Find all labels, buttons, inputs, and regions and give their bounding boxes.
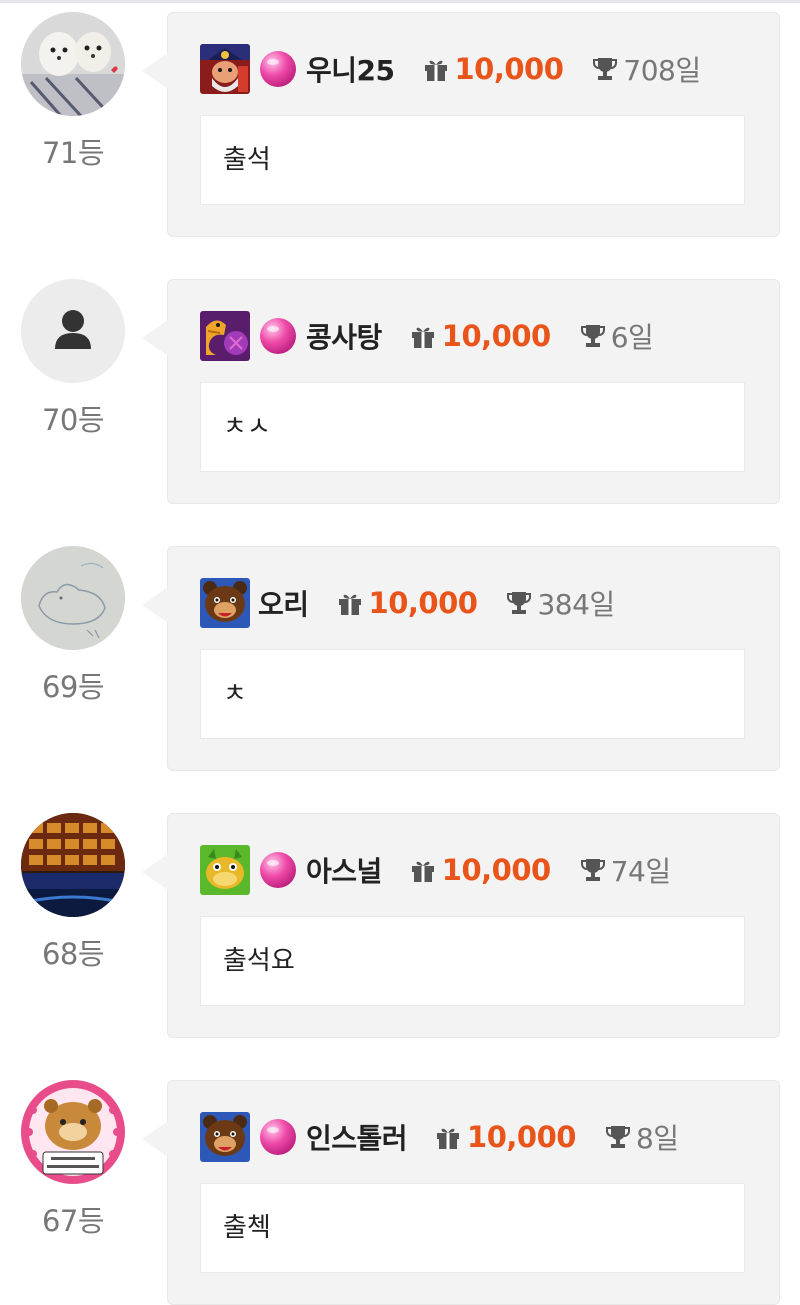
- gift-icon: [435, 1124, 461, 1150]
- points-value: 10,000: [441, 319, 551, 353]
- gift-icon: [410, 857, 436, 883]
- nickname[interactable]: 콩사탕: [306, 316, 382, 356]
- comment-text: 출석: [223, 145, 271, 175]
- trophy-icon: [604, 1123, 632, 1151]
- attendance-days: 74일: [610, 855, 671, 888]
- comment-bubble: 콩사탕 10,000 6일 ㅊㅅ: [142, 279, 780, 504]
- points-value: 10,000: [467, 1120, 576, 1154]
- rank-label: 69등: [41, 670, 105, 704]
- comment-bubble: 아스널 10,000 74일 출석요: [142, 813, 780, 1038]
- attendance-entry: 69등 오리 10,000 384일 ㅊ: [0, 546, 800, 771]
- comment-body: ㅊㅅ: [200, 382, 745, 472]
- nickname[interactable]: 인스톨러: [306, 1117, 408, 1157]
- top-divider: [0, 0, 800, 3]
- comment-bubble: 오리 10,000 384일 ㅊ: [142, 546, 780, 771]
- pirate-icon: [200, 44, 250, 94]
- trophy-icon: [591, 55, 619, 83]
- level-badge-icon: [258, 316, 298, 356]
- comment-body: ㅊ: [200, 649, 745, 739]
- user-avatar[interactable]: [21, 813, 125, 917]
- level-badge-icon: [258, 850, 298, 890]
- comment-header: 인스톨러 10,000 8일: [200, 1111, 679, 1163]
- comment-bubble: 우니25 10,000 708일 출석: [142, 12, 780, 237]
- nickname[interactable]: 오리: [258, 583, 309, 623]
- level-badge-icon: [258, 49, 298, 89]
- user-avatar[interactable]: [21, 546, 125, 650]
- user-avatar[interactable]: [21, 12, 125, 116]
- rank-label: 70등: [41, 403, 105, 437]
- points-value: 10,000: [441, 853, 551, 887]
- trophy-icon: [505, 589, 533, 617]
- gift-icon: [337, 590, 363, 616]
- bear-icon: [200, 1112, 250, 1162]
- nickname[interactable]: 아스널: [306, 850, 382, 890]
- green-dragon-icon: [200, 845, 250, 895]
- attendance-days: 708일: [623, 54, 701, 87]
- default-user-icon[interactable]: [21, 279, 125, 383]
- points-value: 10,000: [454, 52, 564, 86]
- gift-icon: [423, 56, 449, 82]
- gift-icon: [410, 323, 436, 349]
- points-value: 10,000: [368, 586, 478, 620]
- comment-header: 오리 10,000 384일: [200, 577, 615, 629]
- level-badge-icon: [258, 1117, 298, 1157]
- comment-header: 아스널 10,000 74일: [200, 844, 671, 896]
- comment-body: 출석요: [200, 916, 745, 1006]
- comment-header: 우니25 10,000 708일: [200, 43, 701, 95]
- bubble-tail: [142, 320, 168, 356]
- bubble-tail: [142, 854, 168, 890]
- attendance-entry: 71등 우니25 10,000 708일 출석: [0, 12, 800, 237]
- rank-label: 68등: [41, 937, 105, 971]
- attendance-days: 8일: [635, 1122, 679, 1155]
- comment-body: 출첵: [200, 1183, 745, 1273]
- attendance-entry: 70등 콩사탕 10,000 6일 ㅊㅅ: [0, 279, 800, 504]
- bubble-tail: [142, 53, 168, 89]
- comment-text: 출첵: [223, 1213, 271, 1243]
- trophy-icon: [579, 856, 607, 884]
- rank-label: 67등: [41, 1204, 105, 1238]
- attendance-entry: 68등 아스널 10,000 74일 출석요: [0, 813, 800, 1038]
- bear-icon: [200, 578, 250, 628]
- comment-bubble: 인스톨러 10,000 8일 출첵: [142, 1080, 780, 1305]
- nickname[interactable]: 우니25: [306, 49, 395, 89]
- attendance-entry: 67등 인스톨러 10,000 8일 출첵: [0, 1080, 800, 1305]
- attendance-days: 384일: [537, 588, 615, 621]
- comment-text: 출석요: [223, 946, 295, 976]
- comment-header: 콩사탕 10,000 6일: [200, 310, 654, 362]
- attendance-days: 6일: [610, 321, 654, 354]
- comment-body: 출석: [200, 115, 745, 205]
- comment-text: ㅊ: [223, 679, 247, 709]
- user-avatar[interactable]: [21, 1080, 125, 1184]
- rank-label: 71등: [41, 136, 105, 170]
- trophy-icon: [579, 322, 607, 350]
- bubble-tail: [142, 1121, 168, 1157]
- golden-dragon-icon: [200, 311, 250, 361]
- bubble-tail: [142, 587, 168, 623]
- comment-text: ㅊㅅ: [223, 412, 271, 442]
